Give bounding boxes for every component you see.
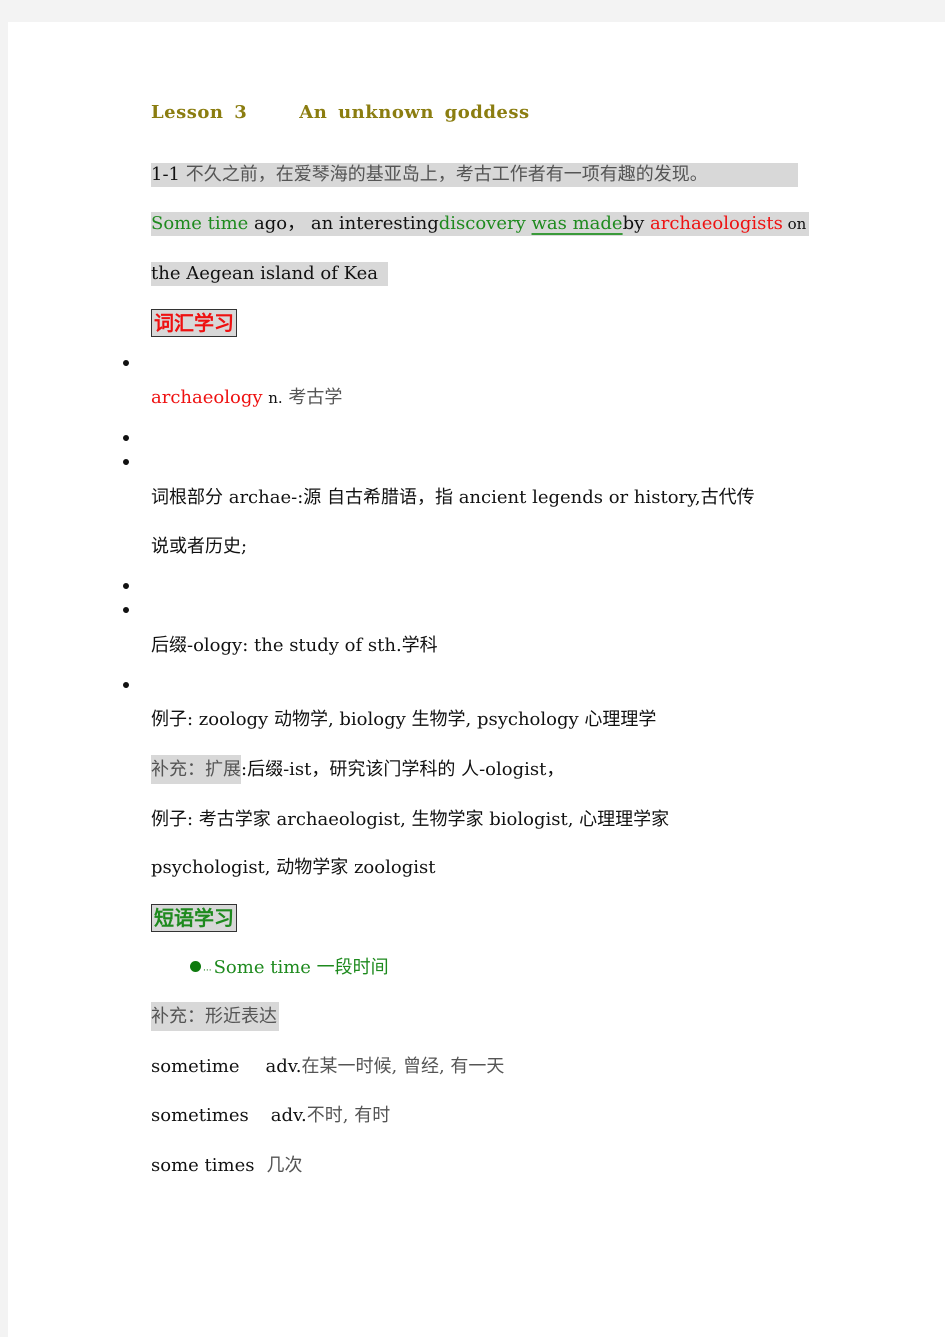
supplement-line: 补充：扩展:后缀-ist，研究该门学科的 人-ologist，: [151, 755, 565, 784]
vocab-word: archaeology: [151, 387, 263, 408]
vocab-heading-box: 词汇学习: [151, 309, 237, 337]
bullet-icon: [123, 682, 129, 688]
vocab-pos: n.: [268, 389, 283, 407]
lesson-name: An unknown goddess: [299, 102, 530, 123]
similar-entry: sometime adv.在某一时候, 曾经, 有一天: [151, 1055, 504, 1079]
similar-entry: sometimes adv.不时, 有时: [151, 1104, 390, 1128]
similar-entry: some times 几次: [151, 1154, 302, 1178]
vocab-meaning: 考古学: [288, 387, 343, 408]
sentence-id: 1-1: [151, 164, 180, 185]
root-line-2: 说或者历史;: [151, 536, 248, 557]
bullet-icon: [123, 435, 129, 441]
bullet-icon: [123, 583, 129, 589]
entry-meaning: 在某一时候, 曾经, 有一天: [301, 1056, 505, 1077]
entry-meaning: 几次: [266, 1155, 303, 1176]
sentence-chinese: 1-1 不久之前，在爱琴海的基亚岛上，考古工作者有一项有趣的发现。: [151, 163, 798, 187]
vocab-heading: 词汇学习: [151, 309, 237, 337]
sentence-text: ago， an interesting: [248, 213, 439, 234]
phrase-supplement-line: 补充：形近表达: [151, 1002, 279, 1031]
sentence-text: on: [782, 215, 807, 233]
supplement-text: :后缀-ist，研究该门学科的 人-ologist，: [241, 759, 565, 780]
entry-term: sometime: [151, 1056, 240, 1077]
suffix-line: 后缀-ology: the study of sth.学科: [151, 635, 438, 656]
bullet-icon: [123, 607, 129, 613]
word-discovery: discovery: [438, 213, 532, 234]
phrase-term: Some time: [213, 957, 311, 978]
leader-dots-icon: ···: [203, 966, 212, 976]
example2-line-2: psychologist, 动物学家 zoologist: [151, 857, 436, 878]
phrase-item: ··· Some time 一段时间: [190, 956, 389, 983]
green-bullet-icon: [190, 961, 201, 972]
phrase-heading: 短语学习: [151, 904, 237, 932]
entry-term: some times: [151, 1155, 255, 1176]
entry-pos: adv.: [265, 1056, 302, 1077]
sentence-chinese-text: 不久之前，在爱琴海的基亚岛上，考古工作者有一项有趣的发现。: [185, 164, 708, 185]
sentence-text: by: [622, 213, 651, 234]
entry-term: sometimes: [151, 1105, 249, 1126]
lesson-title: Lesson 3 An unknown goddess: [151, 101, 530, 125]
example-line: 例子: zoology 动物学, biology 生物学, psychology…: [151, 709, 657, 730]
bullet-icon: [123, 459, 129, 465]
supplement-label: 补充：扩展: [151, 755, 241, 784]
lesson-number: Lesson 3: [151, 102, 248, 123]
example2-line-1: 例子: 考古学家 archaeologist, 生物学家 biologist, …: [151, 809, 670, 830]
sentence-english-line2: the Aegean island of Kea: [151, 262, 388, 286]
phrase-was-made: was made: [531, 213, 623, 234]
entry-pos: adv.: [270, 1105, 307, 1126]
bullet-icon: [123, 360, 129, 366]
vocab-word-line: archaeology n. 考古学: [151, 386, 342, 410]
phrase-heading-box: 短语学习: [151, 904, 237, 932]
sentence-english-line1: Some time ago， an interestingdiscovery w…: [151, 212, 809, 236]
root-line-1: 词根部分 archae-:源 自古希腊语，指 ancient legends o…: [151, 487, 755, 508]
entry-meaning: 不时, 有时: [306, 1105, 391, 1126]
phrase-some-time: Some time: [151, 213, 249, 234]
phrase-meaning: 一段时间: [316, 957, 389, 978]
phrase-supplement-label: 补充：形近表达: [151, 1002, 279, 1031]
word-archaeologists: archaeologists: [650, 213, 783, 234]
